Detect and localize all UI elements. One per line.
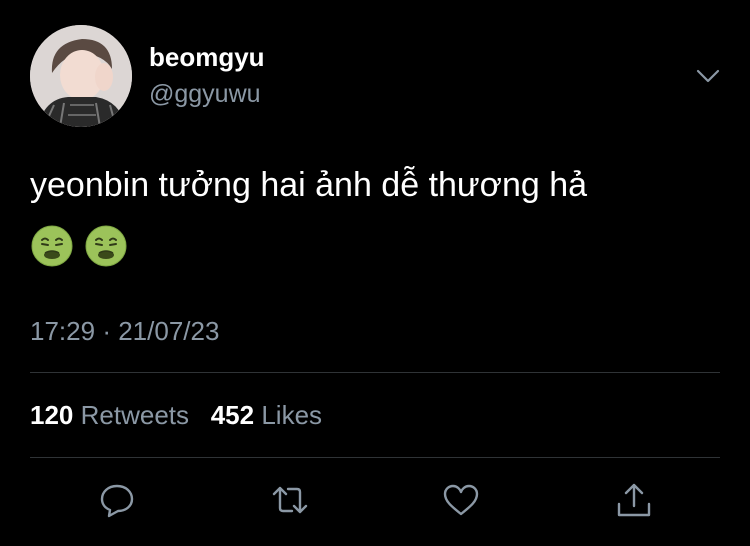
- nauseated-face-icon: [31, 225, 73, 267]
- retweets-label: Retweets: [80, 400, 190, 430]
- retweet-button[interactable]: [270, 480, 310, 520]
- tweet-timestamp[interactable]: 17:29 · 21/07/23: [30, 316, 219, 347]
- tweet-date: 21/07/23: [118, 316, 220, 346]
- like-icon: [443, 484, 479, 516]
- timestamp-separator: ·: [102, 316, 111, 346]
- nauseated-face-icon: [85, 225, 127, 267]
- reply-icon: [100, 484, 134, 518]
- like-button[interactable]: [441, 480, 481, 520]
- user-handle[interactable]: @ggyuwu: [149, 80, 261, 109]
- avatar-photo: [30, 25, 132, 127]
- retweets-stat[interactable]: 120 Retweets: [30, 400, 196, 430]
- emoji-row: [30, 224, 128, 268]
- likes-count: 452: [210, 400, 255, 430]
- share-icon: [617, 483, 651, 517]
- chevron-down-icon[interactable]: [694, 62, 722, 90]
- retweets-count: 120: [30, 400, 74, 430]
- divider: [30, 372, 720, 373]
- likes-label: Likes: [261, 400, 323, 430]
- tweet-stats: 120 Retweets 452 Likes: [30, 400, 322, 431]
- reply-button[interactable]: [97, 480, 137, 520]
- retweet-icon: [272, 486, 308, 514]
- tweet-time: 17:29: [30, 316, 96, 346]
- display-name[interactable]: beomgyu: [149, 42, 265, 73]
- share-button[interactable]: [614, 480, 654, 520]
- tweet-text: yeonbin tưởng hai ảnh dễ thương hả: [30, 166, 588, 204]
- likes-stat[interactable]: 452 Likes: [211, 400, 322, 430]
- avatar[interactable]: [30, 25, 132, 127]
- divider: [30, 457, 720, 458]
